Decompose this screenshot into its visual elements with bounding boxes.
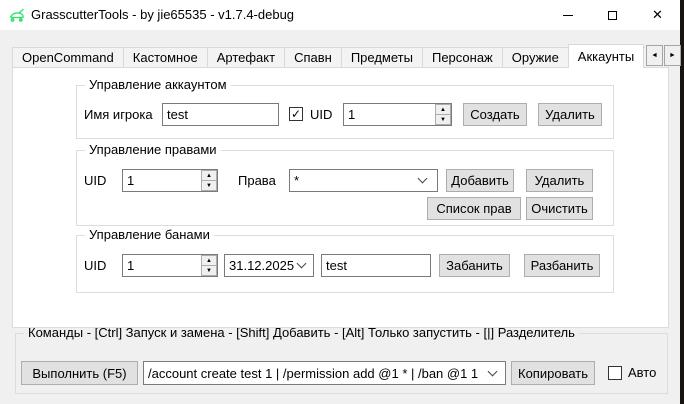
perm-uid-value: 1 (123, 170, 201, 191)
group-title: Управление аккаунтом (85, 77, 231, 92)
chevron-down-icon (297, 259, 307, 269)
group-title: Управление банами (85, 227, 214, 242)
tab-custom[interactable]: Кастомное (123, 47, 208, 68)
perm-label: Права (238, 169, 276, 192)
ban-uid-spinner[interactable]: 1 ▲ ▼ (122, 254, 218, 277)
command-combobox[interactable]: /account create test 1 | /permission add… (143, 361, 506, 385)
perm-combobox[interactable]: * (289, 169, 438, 192)
auto-checkbox[interactable] (608, 366, 622, 380)
player-name-input[interactable]: test (162, 103, 279, 126)
unban-button[interactable]: Разбанить (524, 254, 600, 277)
auto-checkbox-label: Авто (628, 361, 656, 385)
close-button[interactable]: ✕ (635, 0, 680, 30)
spin-up-icon: ▲ (440, 107, 446, 113)
uid-checkbox-label: UID (310, 103, 332, 126)
account-management-group: Управление аккаунтом Имя игрока test ✓ U… (76, 85, 614, 139)
command-value: /account create test 1 | /permission add… (148, 366, 478, 381)
app-window: GrasscutterTools - by jie65535 - v1.7.4-… (0, 0, 680, 404)
tab-bar: OpenCommand Кастомное Артефакт Спавн Пре… (12, 44, 645, 68)
player-name-label: Имя игрока (84, 103, 153, 126)
permission-list-button[interactable]: Список прав (427, 197, 521, 220)
tab-spawn[interactable]: Спавн (284, 47, 342, 68)
maximize-icon (608, 11, 617, 20)
perm-value: * (294, 173, 299, 188)
run-command-button[interactable]: Выполнить (F5) (21, 361, 138, 385)
title-bar: GrasscutterTools - by jie65535 - v1.7.4-… (0, 0, 680, 30)
spin-down-button[interactable]: ▼ (435, 114, 451, 125)
minimize-button[interactable] (545, 0, 590, 30)
minimize-icon (563, 15, 573, 16)
tab-artifact[interactable]: Артефакт (207, 47, 285, 68)
chevron-down-icon (488, 366, 498, 376)
ban-uid-label: UID (84, 254, 106, 277)
ban-reason-value: test (326, 258, 347, 273)
tab-opencommand[interactable]: OpenCommand (12, 47, 124, 68)
maximize-button[interactable] (590, 0, 635, 30)
add-permission-button[interactable]: Добавить (446, 169, 514, 192)
spin-up-icon: ▲ (206, 173, 212, 179)
tab-accounts[interactable]: Аккаунты (568, 44, 644, 68)
copy-command-button[interactable]: Копировать (511, 361, 595, 385)
accounts-tab-page: Управление аккаунтом Имя игрока test ✓ U… (12, 67, 669, 328)
permission-management-group: Управление правами UID 1 ▲ ▼ Права * Доб… (76, 150, 614, 226)
close-icon: ✕ (652, 7, 663, 23)
tab-character[interactable]: Персонаж (422, 47, 503, 68)
chevron-down-icon (418, 174, 428, 184)
perm-uid-label: UID (84, 169, 106, 192)
delete-account-button[interactable]: Удалить (538, 103, 602, 126)
app-icon (8, 7, 26, 23)
commands-group: Команды - [Ctrl] Запуск и замена - [Shif… (15, 333, 668, 394)
tab-items[interactable]: Предметы (341, 47, 423, 68)
spin-down-icon: ▼ (206, 268, 212, 274)
tab-weapon[interactable]: Оружие (502, 47, 569, 68)
spin-up-button[interactable]: ▲ (201, 255, 217, 265)
clear-permissions-button[interactable]: Очистить (526, 197, 593, 220)
ban-management-group: Управление банами UID 1 ▲ ▼ 31.12.2025 t… (76, 235, 614, 293)
arrow-right-icon: ► (669, 52, 676, 59)
window-title: GrasscutterTools - by jie65535 - v1.7.4-… (31, 0, 294, 30)
player-name-value: test (167, 107, 188, 122)
ban-uid-value: 1 (123, 255, 201, 276)
spin-up-icon: ▲ (206, 258, 212, 264)
spin-up-button[interactable]: ▲ (201, 170, 217, 180)
check-icon: ✓ (291, 108, 301, 120)
group-title: Управление правами (85, 142, 221, 157)
ban-reason-input[interactable]: test (321, 254, 431, 277)
spin-down-button[interactable]: ▼ (201, 265, 217, 276)
ban-date-picker[interactable]: 31.12.2025 (224, 254, 314, 277)
spin-up-button[interactable]: ▲ (435, 104, 451, 114)
tab-scroll-left-button[interactable]: ◄ (646, 45, 663, 66)
account-uid-value: 1 (344, 104, 435, 125)
uid-checkbox[interactable]: ✓ (289, 107, 303, 121)
arrow-left-icon: ◄ (651, 52, 658, 59)
spin-down-button[interactable]: ▼ (201, 180, 217, 191)
create-account-button[interactable]: Создать (463, 103, 527, 126)
spin-down-icon: ▼ (206, 183, 212, 189)
tab-scroll-right-button[interactable]: ► (664, 45, 681, 66)
perm-uid-spinner[interactable]: 1 ▲ ▼ (122, 169, 218, 192)
spin-down-icon: ▼ (440, 117, 446, 123)
account-uid-spinner[interactable]: 1 ▲ ▼ (343, 103, 452, 126)
remove-permission-button[interactable]: Удалить (526, 169, 593, 192)
ban-button[interactable]: Забанить (439, 254, 510, 277)
ban-date-value: 31.12.2025 (229, 258, 294, 273)
